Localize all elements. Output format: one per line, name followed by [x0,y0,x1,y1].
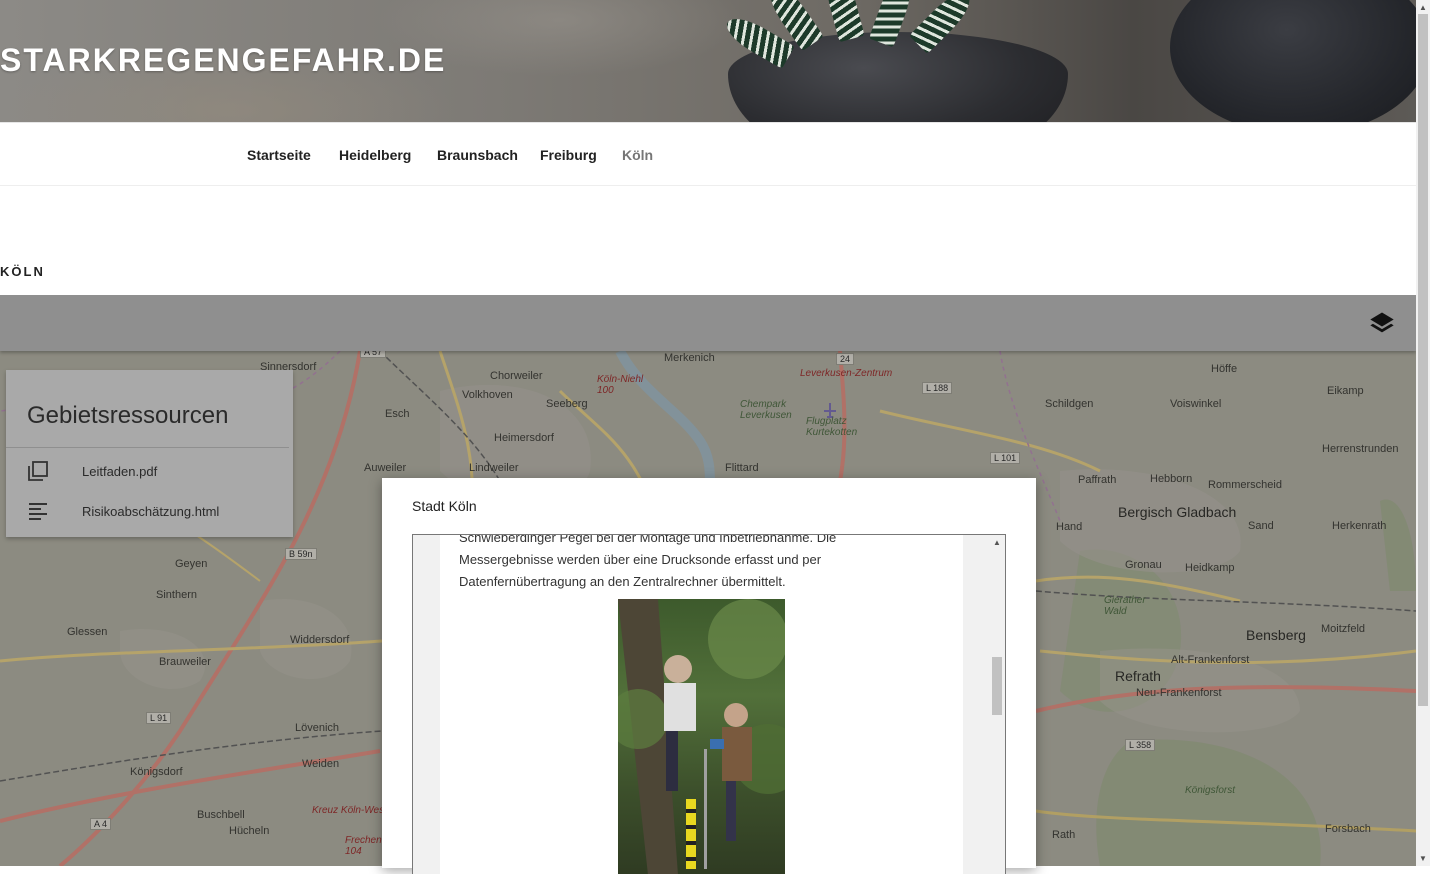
nav-item-koeln[interactable]: Köln [622,147,653,163]
map-label: A 4 [90,818,112,830]
nav-item-braunsbach[interactable]: Braunsbach [437,147,518,163]
map-label: Hand [1056,521,1083,533]
map-label: L 188 [922,382,953,394]
map-label: Forsbach [1325,823,1371,835]
map-label: Herrenstrunden [1322,443,1399,455]
popup-scroll-thumb[interactable] [992,657,1002,715]
map-label: Herkenrath [1332,520,1387,532]
map-label: Esch [385,408,410,420]
resource-item-risikoabschaetzung[interactable]: Risikoabschätzung.html [6,492,293,530]
map-label: Paffrath [1078,474,1117,486]
popup-body-text: Schwieberdinger Pegel bei der Montage un… [459,534,929,593]
map-label: Lindweiler [469,462,519,474]
map-label: Bensberg [1246,627,1306,643]
page-scrollbar[interactable]: ▲ ▼ [1416,0,1430,866]
layers-icon[interactable] [1368,309,1396,337]
popup-text-line: Schwieberdinger Pegel bei der Montage un… [459,534,837,545]
map-label: Auweiler [364,462,407,474]
map-label: Leverkusen-Zentrum [800,368,893,379]
resource-label: Risikoabschätzung.html [82,504,220,519]
map-label: Flittard [725,462,759,474]
gauge-installation-photo [618,599,785,874]
map-label: Alt-Frankenforst [1171,654,1250,666]
divider [6,447,289,448]
map-label: Weiden [302,758,340,770]
map-label: Königsforst [1185,785,1236,796]
map-label: Brauweiler [159,656,211,668]
map-label: Heidkamp [1185,562,1235,574]
map-label: Moitzfeld [1321,623,1366,635]
map-label: Refrath [1115,668,1161,684]
map-label: Volkhoven [462,389,513,401]
map-label: Schildgen [1045,398,1094,410]
popup-scrollbar[interactable]: ▲ [989,535,1005,874]
popup-content-frame[interactable]: Schwieberdinger Pegel bei der Montage un… [412,534,1006,874]
page-title: KÖLN [0,264,45,279]
map-label: Kreuz Köln-West [312,805,387,816]
map-label: Köln-Niehl 100 [597,374,644,396]
map-label: Höffe [1211,363,1238,375]
popup-text-line: Messergebnisse werden über eine Druckson… [459,552,822,567]
map-label: Bergisch Gladbach [1118,504,1237,520]
map-label: Heimersdorf [494,432,554,444]
map-label: L 101 [990,452,1021,464]
scroll-up-icon[interactable]: ▲ [992,538,1002,548]
map-label: Buschbell [197,809,245,821]
map-label: Geyen [175,558,208,570]
popup-content: Schwieberdinger Pegel bei der Montage un… [440,535,963,874]
map-label: Gierather Wald [1104,595,1146,617]
map-label: Hebborn [1150,473,1193,485]
nav-item-freiburg[interactable]: Freiburg [540,147,597,163]
map-label: Seeberg [546,398,588,410]
resource-label: Leitfaden.pdf [82,464,158,479]
map-label: Hücheln [229,825,270,837]
map-toolbar [0,295,1416,351]
area-resources-title: Gebietsressourcen [27,402,229,429]
map-label: Sinthern [156,589,197,601]
site-title[interactable]: STARKREGENGEFAHR.DE [0,42,446,79]
scroll-up-icon[interactable]: ▲ [1419,3,1427,12]
page-scroll-thumb[interactable] [1418,14,1428,706]
map-label: B 59n [285,548,317,560]
map-label: Frechen 104 [345,835,382,857]
text-lines-icon [28,501,48,521]
map-label: Neu-Frankenforst [1136,687,1222,699]
map-label: Königsdorf [130,766,183,778]
map-label: Gronau [1125,559,1162,571]
map-label: 24 [836,353,855,365]
city-info-popup: Stadt Köln Schwieberdinger Pegel bei der… [382,478,1036,874]
area-resources-panel: Gebietsressourcen Leitfaden.pdf Risikoab… [6,370,293,537]
map-label: Flugplatz Kurtekotten [806,416,858,438]
site-header: STARKREGENGEFAHR.DE [0,0,1416,122]
scroll-down-icon[interactable]: ▼ [1419,854,1427,863]
nav-item-startseite[interactable]: Startseite [247,147,311,163]
nav-item-heidelberg[interactable]: Heidelberg [339,147,411,163]
copy-icon [28,461,48,481]
map-label: Chempark Leverkusen [740,399,792,421]
resource-item-leitfaden[interactable]: Leitfaden.pdf [6,452,293,490]
map-label: Rath [1052,829,1076,841]
map-label: Merkenich [664,352,715,364]
map-label: Widdersdorf [290,634,350,646]
map-label: Sand [1248,520,1274,532]
map-label: Rommerscheid [1208,479,1282,491]
popup-title: Stadt Köln [412,498,477,514]
map-label: L 358 [1125,739,1156,751]
map-label: Lövenich [295,722,340,734]
map-label: Chorweiler [490,370,543,382]
map-label: Glessen [67,626,108,638]
header-decor-sphere [1170,0,1416,122]
map-label: L 91 [146,712,172,724]
map-label: Voiswinkel [1170,398,1222,410]
map-label: Eikamp [1327,385,1364,397]
popup-text-line: Datenfernübertragung an den Zentralrechn… [459,574,786,589]
main-navigation: Startseite Heidelberg Braunsbach Freibur… [0,122,1416,186]
